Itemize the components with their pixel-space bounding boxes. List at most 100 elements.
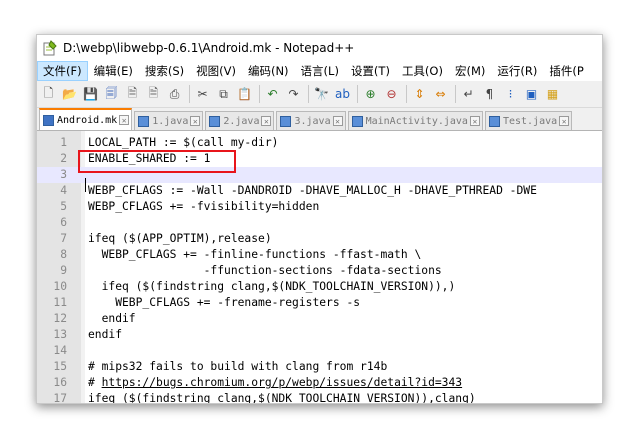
tab-label: 3.java: [294, 115, 331, 127]
cut-icon[interactable]: ✂: [193, 85, 212, 103]
tab-5[interactable]: Test.java ✕: [484, 111, 573, 130]
code-text-content: WEBP_CFLAGS := -Wall -DANDROID -DHAVE_MA…: [88, 184, 537, 197]
tab-bar: Android.mk ✕ 1.java ✕ 2.java ✕ 3.java ✕ MainActi…: [37, 108, 602, 131]
code-line[interactable]: 8 WEBP_CFLAGS += -finline-functions -ffa…: [37, 247, 602, 263]
code-line[interactable]: 7 ifeq ($(APP_OPTIM),release): [37, 231, 602, 247]
sync-horizontal-icon[interactable]: ⇔: [431, 85, 450, 103]
code-line[interactable]: 4 WEBP_CFLAGS := -Wall -DANDROID -DHAVE_M…: [37, 183, 602, 199]
tab-close-icon[interactable]: ✕: [332, 116, 343, 126]
close-icon[interactable]: 🗎: [123, 85, 142, 103]
zoom-out-icon[interactable]: ⊖: [382, 85, 401, 103]
doc-map-icon[interactable]: ▣: [522, 85, 541, 103]
menu-item-4[interactable]: 编码(N): [242, 61, 295, 81]
line-number: 8: [60, 248, 67, 261]
close-all-icon[interactable]: 🗎: [144, 85, 163, 103]
paste-icon[interactable]: 📋: [235, 85, 254, 103]
indent-guide-icon[interactable]: ⁝: [501, 85, 520, 103]
line-number: 13: [53, 328, 67, 341]
tab-label: 2.java: [223, 115, 260, 127]
code-line[interactable]: 16 # https://bugs.chromium.org/p/webp/iss…: [37, 375, 602, 391]
code-line[interactable]: 11 WEBP_CFLAGS += -frename-registers -s: [37, 295, 602, 311]
menu-item-10[interactable]: 插件(P: [543, 61, 589, 81]
menu-item-1[interactable]: 编辑(E): [88, 61, 139, 81]
line-number: 14: [53, 344, 67, 357]
tab-1[interactable]: 1.java ✕: [134, 111, 204, 130]
menu-bar: 文件(F) 编辑(E) 搜索(S) 视图(V) 编码(N) 语言(L) 设置(T) 工具(O)…: [37, 61, 602, 81]
url-link[interactable]: https://bugs.chromium.org/p/webp/issues/…: [102, 376, 462, 389]
code-text-content: WEBP_CFLAGS += -finline-functions -ffast…: [88, 248, 422, 261]
toolbar-separator: [357, 85, 358, 103]
code-line[interactable]: 5 WEBP_CFLAGS += -fvisibility=hidden: [37, 199, 602, 215]
code-line[interactable]: 10 ifeq ($(findstring clang,$(NDK_TOOLCH…: [37, 279, 602, 295]
line-number: 12: [53, 312, 67, 325]
tab-label: 1.java: [152, 115, 189, 127]
save-icon[interactable]: 💾: [81, 85, 100, 103]
code-text: # https://bugs.chromium.org/p/webp/issue…: [88, 375, 462, 391]
menu-item-9[interactable]: 运行(R): [491, 61, 543, 81]
code-line[interactable]: 14: [37, 343, 602, 359]
window-title: D:\webp\libwebp-0.6.1\Android.mk - Notep…: [63, 41, 355, 55]
line-number: 2: [60, 152, 67, 165]
menu-item-0[interactable]: 文件(F): [37, 61, 88, 81]
code-text: endif: [88, 311, 136, 327]
find-icon[interactable]: 🔭: [312, 85, 331, 103]
sync-vertical-icon[interactable]: ⇕: [410, 85, 429, 103]
zoom-in-icon[interactable]: ⊕: [361, 85, 380, 103]
menu-item-6[interactable]: 设置(T): [345, 61, 396, 81]
tab-4[interactable]: MainActivity.java ✕: [347, 111, 483, 130]
toolbar-separator: [259, 85, 260, 103]
function-list-icon[interactable]: ▦: [543, 85, 562, 103]
file-icon: [209, 115, 221, 127]
tab-0[interactable]: Android.mk ✕: [39, 108, 133, 130]
tab-3[interactable]: 3.java ✕: [276, 111, 346, 130]
code-line[interactable]: 13 endif: [37, 327, 602, 343]
line-number: 7: [60, 232, 67, 245]
tab-2[interactable]: 2.java ✕: [205, 111, 275, 130]
copy-icon[interactable]: ⧉: [214, 85, 233, 103]
tab-label: Android.mk: [57, 114, 118, 126]
menu-item-5[interactable]: 语言(L): [295, 61, 345, 81]
code-line[interactable]: 1 LOCAL_PATH := $(call my-dir): [37, 135, 602, 151]
title-bar: D:\webp\libwebp-0.6.1\Android.mk - Notep…: [37, 35, 602, 61]
code-line[interactable]: 17 ifeq ($(findstring clang,$(NDK_TOOLCHA…: [37, 391, 602, 404]
tab-close-icon[interactable]: ✕: [559, 116, 570, 126]
code-line[interactable]: 9 -ffunction-sections -fdata-sections: [37, 263, 602, 279]
redo-icon[interactable]: ↷: [284, 85, 303, 103]
tab-close-icon[interactable]: ✕: [469, 116, 480, 126]
new-file-icon[interactable]: 🗋: [39, 85, 58, 103]
code-text: ifeq ($(APP_OPTIM),release): [88, 231, 272, 247]
replace-icon[interactable]: ab: [333, 85, 352, 103]
file-icon: [351, 115, 363, 127]
toolbar-separator: [308, 85, 309, 103]
line-number: 6: [60, 216, 67, 229]
print-icon[interactable]: ⎙: [165, 85, 184, 103]
menu-item-2[interactable]: 搜索(S): [139, 61, 190, 81]
show-all-chars-icon[interactable]: ¶: [480, 85, 499, 103]
text-caret: [85, 178, 86, 192]
line-number: 15: [53, 360, 67, 373]
code-text-content: ifeq ($(findstring clang,$(NDK_TOOLCHAIN…: [88, 280, 456, 293]
menu-item-7[interactable]: 工具(O): [396, 61, 449, 81]
menu-item-8[interactable]: 宏(M): [449, 61, 491, 81]
code-text-content: WEBP_CFLAGS += -fvisibility=hidden: [88, 200, 320, 213]
code-text-content: # mips32 fails to build with clang from …: [88, 360, 388, 373]
toolbar-separator: [406, 85, 407, 103]
code-line[interactable]: 12 endif: [37, 311, 602, 327]
code-line[interactable]: 6: [37, 215, 602, 231]
line-number: 10: [53, 280, 67, 293]
save-all-icon[interactable]: 🗐: [102, 85, 121, 103]
word-wrap-icon[interactable]: ↵: [459, 85, 478, 103]
undo-icon[interactable]: ↶: [263, 85, 282, 103]
code-text: WEBP_CFLAGS := -Wall -DANDROID -DHAVE_MA…: [88, 183, 537, 199]
menu-item-3[interactable]: 视图(V): [190, 61, 242, 81]
tab-close-icon[interactable]: ✕: [119, 115, 130, 125]
code-text-content: -ffunction-sections -fdata-sections: [88, 264, 442, 277]
code-text-content: ifeq ($(findstring clang,$(NDK_TOOLCHAIN…: [88, 392, 476, 404]
code-line[interactable]: 15 # mips32 fails to build with clang fro…: [37, 359, 602, 375]
open-file-icon[interactable]: 📂: [60, 85, 79, 103]
code-text-content: WEBP_CFLAGS += -frename-registers -s: [88, 296, 361, 309]
code-text: WEBP_CFLAGS += -finline-functions -ffast…: [88, 247, 422, 263]
tab-close-icon[interactable]: ✕: [190, 116, 201, 126]
tab-close-icon[interactable]: ✕: [261, 116, 272, 126]
file-icon: [280, 115, 292, 127]
